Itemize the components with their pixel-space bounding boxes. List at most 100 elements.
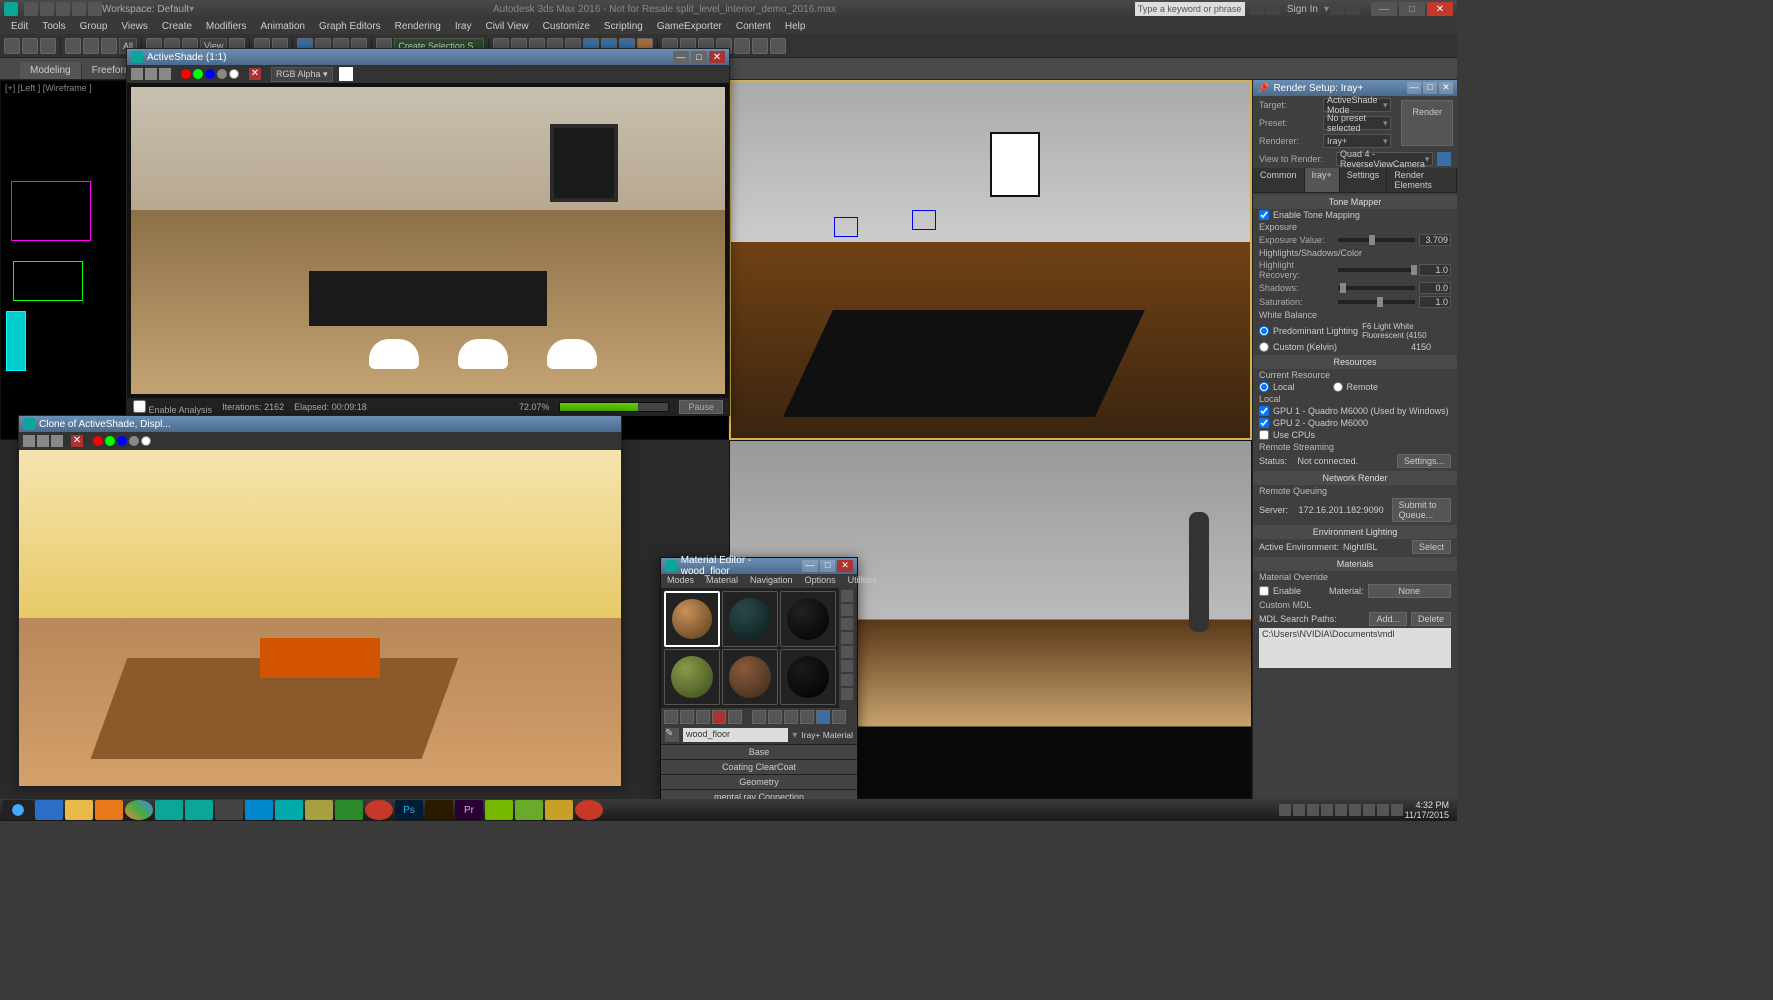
maximize-icon[interactable]: □ — [1423, 82, 1437, 94]
predominant-lighting-radio[interactable] — [1259, 326, 1269, 336]
pick-icon[interactable]: ✎ — [665, 728, 679, 742]
material-swatch[interactable] — [664, 649, 720, 705]
material-swatch[interactable] — [722, 591, 778, 647]
view-dropdown[interactable]: Quad 4 - ReverseViewCamera — [1336, 152, 1433, 166]
clone-activeshade-window[interactable]: Clone of ActiveShade, Displ... ✕ — [18, 415, 622, 785]
bind-icon[interactable] — [40, 38, 56, 54]
assign-icon[interactable] — [696, 710, 710, 724]
menu-group[interactable]: Group — [73, 21, 115, 32]
menu-rendering[interactable]: Rendering — [388, 21, 448, 32]
put-to-scene-icon[interactable] — [680, 710, 694, 724]
viewport-label[interactable]: [+] [Left ] [Wireframe ] — [5, 83, 92, 93]
menu-animation[interactable]: Animation — [253, 21, 311, 32]
save-icon[interactable] — [131, 68, 143, 80]
add-path-button[interactable]: Add... — [1369, 612, 1407, 626]
clear-icon[interactable]: ✕ — [249, 68, 261, 80]
lock-icon[interactable] — [1437, 152, 1451, 166]
tab-render-elements[interactable]: Render Elements — [1387, 168, 1457, 192]
pause-button[interactable]: Pause — [679, 400, 723, 414]
start-button[interactable] — [2, 800, 34, 820]
copy-icon[interactable] — [145, 68, 157, 80]
taskbar-3dsmax-icon[interactable] — [155, 800, 183, 820]
close-icon[interactable]: ✕ — [837, 560, 853, 572]
close-icon[interactable]: ✕ — [709, 51, 725, 63]
alpha-channel-toggle[interactable] — [217, 69, 227, 79]
maximize-button[interactable]: □ — [1399, 2, 1425, 16]
taskbar-app-icon[interactable] — [545, 800, 573, 820]
mono-channel-toggle[interactable] — [229, 69, 239, 79]
swatch-icon[interactable] — [339, 67, 353, 81]
kelvin-value-field[interactable]: 4150 — [1411, 342, 1451, 352]
preview-icon[interactable] — [841, 660, 853, 672]
taskbar-ps-icon[interactable]: Ps — [395, 800, 423, 820]
mdl-path-list[interactable]: C:\Users\NVIDIA\Documents\mdl — [1259, 628, 1451, 668]
taskbar-chrome-icon[interactable] — [125, 800, 153, 820]
tray-icon[interactable] — [1293, 804, 1305, 816]
material-swatch[interactable] — [780, 649, 836, 705]
link-icon[interactable] — [4, 38, 20, 54]
make-unique-icon[interactable] — [728, 710, 742, 724]
close-icon[interactable]: ✕ — [1439, 82, 1453, 94]
red-channel-toggle[interactable] — [181, 69, 191, 79]
taskbar-app-icon[interactable] — [575, 800, 603, 820]
taskbar-app-icon[interactable] — [245, 800, 273, 820]
tray-icon[interactable] — [1321, 804, 1333, 816]
rollout-geometry[interactable]: Geometry — [661, 774, 857, 789]
workspace-dropdown[interactable]: Workspace: Default — [102, 4, 189, 15]
pin-icon[interactable]: 📌 — [1257, 83, 1269, 94]
taskbar-ie-icon[interactable] — [35, 800, 63, 820]
taskbar-explorer-icon[interactable] — [65, 800, 93, 820]
blue-channel-toggle[interactable] — [117, 436, 127, 446]
rollout-clearcoat[interactable]: Coating ClearCoat — [661, 759, 857, 774]
exchange-icons[interactable] — [1329, 1, 1361, 18]
select-by-mat-icon[interactable] — [841, 688, 853, 700]
menu-scripting[interactable]: Scripting — [597, 21, 650, 32]
uv-tiling-icon[interactable] — [841, 632, 853, 644]
close-button[interactable]: ✕ — [1427, 2, 1453, 16]
preset-dropdown[interactable]: No preset selected — [1323, 116, 1391, 130]
taskbar-wmp-icon[interactable] — [95, 800, 123, 820]
select-name-icon[interactable] — [83, 38, 99, 54]
taskbar-nvidia-icon[interactable] — [485, 800, 513, 820]
shadows-value-field[interactable]: 0.0 — [1419, 282, 1451, 294]
menu-content[interactable]: Content — [729, 21, 778, 32]
exposure-slider[interactable] — [1338, 238, 1415, 242]
taskbar-app-icon[interactable] — [215, 800, 243, 820]
ribbon-tab-modeling[interactable]: Modeling — [20, 62, 82, 79]
render-setup-titlebar[interactable]: 📌 Render Setup: Iray+ — □ ✕ — [1253, 80, 1457, 96]
background-icon[interactable] — [841, 618, 853, 630]
info-center-icons[interactable] — [1249, 1, 1281, 18]
tray-icon[interactable] — [1307, 804, 1319, 816]
target-dropdown[interactable]: ActiveShade Mode — [1323, 98, 1391, 112]
sample-type-icon[interactable] — [841, 590, 853, 602]
env-dropdown[interactable]: NightIBL — [1343, 542, 1408, 552]
taskbar-pr-icon[interactable]: Pr — [455, 800, 483, 820]
enable-tonemapping-checkbox[interactable] — [1259, 210, 1269, 220]
unlink-icon[interactable] — [22, 38, 38, 54]
saturation-slider[interactable] — [1338, 300, 1415, 304]
select-icon[interactable] — [65, 38, 81, 54]
maximize-icon[interactable]: □ — [691, 51, 707, 63]
me-menu-utilities[interactable]: Utilities — [842, 574, 883, 588]
show-end-result-icon[interactable] — [800, 710, 814, 724]
tool-icon[interactable] — [752, 38, 768, 54]
windows-taskbar[interactable]: Ps Pr 4:32 PM 11/17/2015 — [0, 799, 1457, 821]
material-name-field[interactable]: wood_floor — [683, 728, 788, 742]
alpha-channel-toggle[interactable] — [129, 436, 139, 446]
section-env[interactable]: Environment Lighting — [1253, 525, 1457, 539]
taskbar-app-icon[interactable] — [305, 800, 333, 820]
me-menu-navigation[interactable]: Navigation — [744, 574, 799, 588]
tray-volume-icon[interactable] — [1391, 804, 1403, 816]
menu-create[interactable]: Create — [155, 21, 199, 32]
help-search-input[interactable]: Type a keyword or phrase — [1135, 2, 1245, 16]
exposure-value-field[interactable]: 3.709 — [1419, 234, 1451, 246]
render-button[interactable]: Render — [1401, 100, 1453, 146]
green-channel-toggle[interactable] — [105, 436, 115, 446]
copy-icon[interactable] — [37, 435, 49, 447]
section-network[interactable]: Network Render — [1253, 471, 1457, 485]
tray-icon[interactable] — [1279, 804, 1291, 816]
renderer-dropdown[interactable]: Iray+ — [1323, 134, 1391, 148]
menu-civilview[interactable]: Civil View — [478, 21, 535, 32]
menu-views[interactable]: Views — [114, 21, 155, 32]
wb-preset-dropdown[interactable]: F6 Light White Fluorescent (4150 — [1362, 322, 1451, 340]
